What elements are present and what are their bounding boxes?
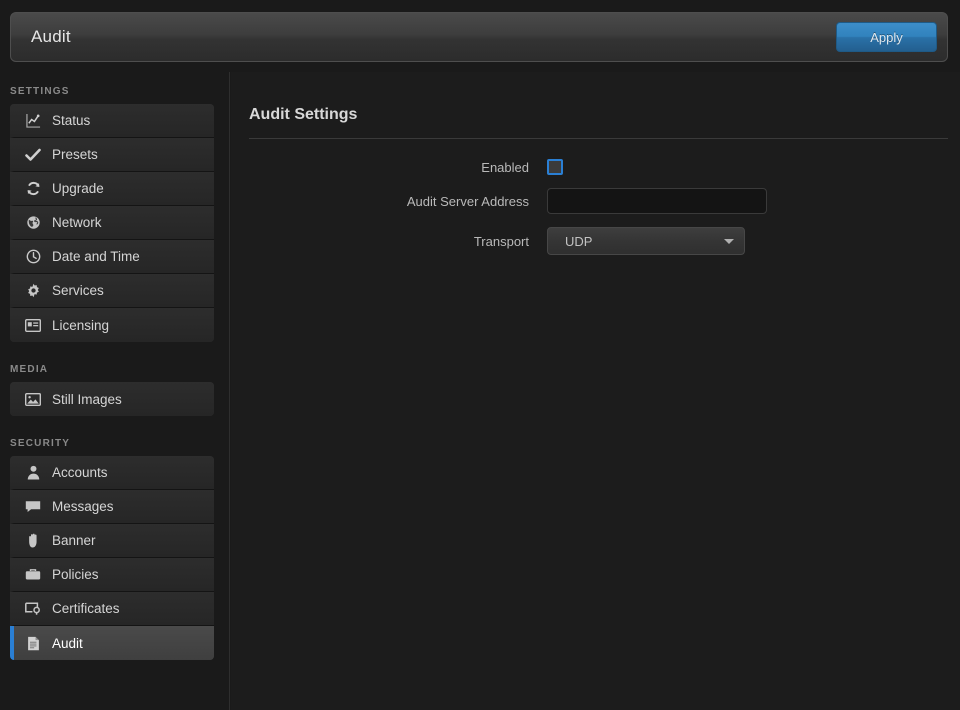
sidebar-item-presets[interactable]: Presets — [10, 138, 214, 172]
form-row-transport: Transport UDP — [249, 227, 960, 255]
transport-select[interactable]: UDP — [547, 227, 745, 255]
sidebar-item-date-and-time[interactable]: Date and Time — [10, 240, 214, 274]
page-title: Audit — [31, 27, 71, 47]
sidebar-item-label: Banner — [52, 533, 96, 548]
sidebar-item-label: Licensing — [52, 318, 109, 333]
sidebar-group: Status Presets Upgrade Network Date and Time… — [10, 104, 214, 342]
sidebar-item-policies[interactable]: Policies — [10, 558, 214, 592]
hand-icon — [23, 533, 43, 549]
app-header: Audit Apply — [10, 12, 948, 62]
chart-line-icon — [23, 113, 43, 129]
sidebar-item-label: Upgrade — [52, 181, 104, 196]
apply-button[interactable]: Apply — [836, 22, 937, 52]
sidebar-item-label: Network — [52, 215, 102, 230]
enabled-field — [547, 159, 563, 175]
server-address-label: Audit Server Address — [249, 194, 547, 209]
sidebar-item-label: Messages — [52, 499, 114, 514]
server-address-input[interactable] — [547, 188, 767, 214]
sidebar-item-network[interactable]: Network — [10, 206, 214, 240]
briefcase-icon — [23, 567, 43, 583]
transport-label: Transport — [249, 234, 547, 249]
sidebar-item-still-images[interactable]: Still Images — [10, 382, 214, 416]
user-icon — [23, 465, 43, 481]
sidebar-item-label: Certificates — [52, 601, 120, 616]
form-row-enabled: Enabled — [249, 159, 960, 175]
certificate-icon — [23, 601, 43, 617]
sidebar-item-label: Still Images — [52, 392, 122, 407]
sidebar-item-label: Services — [52, 283, 104, 298]
chevron-down-icon — [724, 239, 734, 244]
transport-field: UDP — [547, 227, 745, 255]
image-icon — [23, 391, 43, 407]
enabled-checkbox[interactable] — [547, 159, 563, 175]
form-row-server-address: Audit Server Address — [249, 188, 960, 214]
sidebar-item-label: Policies — [52, 567, 99, 582]
enabled-label: Enabled — [249, 160, 547, 175]
sidebar-item-audit[interactable]: Audit — [10, 626, 214, 660]
main-content: Audit Settings Enabled Audit Server Addr… — [231, 72, 960, 710]
sidebar-group: Still Images — [10, 382, 214, 416]
server-address-field — [547, 188, 767, 214]
sidebar-item-label: Presets — [52, 147, 98, 162]
gear-icon — [23, 283, 43, 299]
sidebar-item-label: Status — [52, 113, 90, 128]
panel-title: Audit Settings — [249, 106, 960, 124]
sidebar-section-title: SECURITY — [0, 438, 229, 456]
sidebar-group: Accounts Messages Banner Policies Certificat… — [10, 456, 214, 660]
sidebar-item-label: Date and Time — [52, 249, 140, 264]
sidebar-item-banner[interactable]: Banner — [10, 524, 214, 558]
sidebar-section-title: SETTINGS — [0, 86, 229, 104]
sidebar-item-status[interactable]: Status — [10, 104, 214, 138]
transport-selected-value: UDP — [565, 234, 592, 249]
sidebar-item-licensing[interactable]: Licensing — [10, 308, 214, 342]
sidebar-item-certificates[interactable]: Certificates — [10, 592, 214, 626]
sidebar-section-title: MEDIA — [0, 364, 229, 382]
audit-settings-form: Enabled Audit Server Address Transport U… — [249, 159, 960, 255]
refresh-icon — [23, 181, 43, 197]
sidebar-item-services[interactable]: Services — [10, 274, 214, 308]
sidebar-item-upgrade[interactable]: Upgrade — [10, 172, 214, 206]
sidebar-item-label: Audit — [52, 636, 83, 651]
sidebar-item-label: Accounts — [52, 465, 108, 480]
sidebar-item-accounts[interactable]: Accounts — [10, 456, 214, 490]
clock-icon — [23, 249, 43, 265]
speech-bubble-icon — [23, 499, 43, 515]
title-divider — [249, 138, 948, 139]
check-icon — [23, 147, 43, 163]
id-card-icon — [23, 317, 43, 333]
document-icon — [23, 635, 43, 651]
globe-icon — [23, 215, 43, 231]
sidebar-item-messages[interactable]: Messages — [10, 490, 214, 524]
sidebar: SETTINGS Status Presets Upgrade Network Date … — [0, 72, 230, 710]
